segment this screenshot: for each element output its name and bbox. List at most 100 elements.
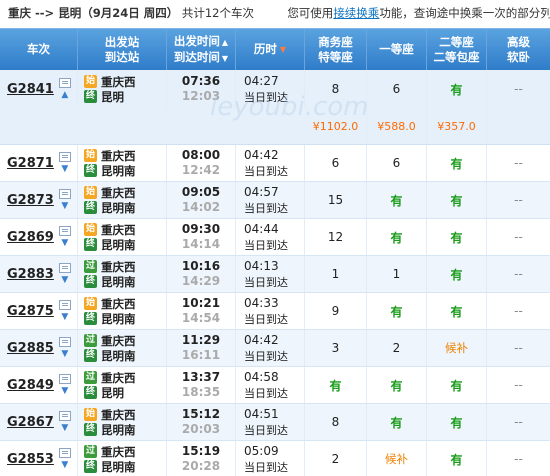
train-info-icon[interactable] — [58, 411, 71, 421]
soft-sleeper-cell[interactable]: -- — [487, 219, 550, 255]
arrival-time: 14:14 — [181, 237, 221, 251]
train-number-link[interactable]: G2871 — [7, 156, 54, 171]
train-number-link[interactable]: G2853 — [7, 452, 54, 467]
first-seat-cell[interactable]: 6 — [367, 145, 427, 181]
soft-sleeper-cell[interactable]: -- — [487, 441, 550, 476]
business-seat-cell[interactable]: 有 — [305, 367, 367, 403]
business-seat-cell[interactable]: 9 — [305, 293, 367, 329]
duration-cell: 04:51 当日到达 — [236, 404, 305, 440]
transfer-link[interactable]: 接续换乘 — [333, 6, 379, 20]
train-number-link[interactable]: G2885 — [7, 341, 54, 356]
business-seat-cell[interactable]: 1 — [305, 256, 367, 292]
stops-toggle-icon[interactable]: ▼ — [61, 386, 68, 396]
price-row-spacer — [0, 108, 305, 144]
first-price-cell: ¥588.0 — [367, 108, 427, 144]
from-station-name: 重庆西 — [101, 444, 136, 459]
soft-sleeper-cell[interactable]: -- — [487, 404, 550, 440]
business-seat-cell[interactable]: 8 — [305, 404, 367, 440]
train-cell: G2867 ▼ — [0, 404, 78, 440]
soft-sleeper-cell[interactable]: -- — [487, 256, 550, 292]
soft-sleeper-cell[interactable]: -- — [487, 70, 550, 108]
from-station: 始重庆西 — [84, 74, 136, 89]
header-duration[interactable]: 历时 ▼ — [236, 29, 305, 70]
first-seat-cell[interactable]: 有 — [367, 182, 427, 218]
first-seat-cell[interactable]: 6 — [367, 70, 427, 108]
train-info-icon[interactable] — [58, 374, 71, 384]
second-seat-cell[interactable]: 候补 — [427, 330, 487, 366]
stops-toggle-icon[interactable]: ▼ — [61, 312, 68, 322]
train-number-link[interactable]: G2867 — [7, 415, 54, 430]
second-seat-cell[interactable]: 有 — [427, 441, 487, 476]
train-info-icon[interactable] — [58, 78, 71, 88]
train-number-link[interactable]: G2873 — [7, 193, 54, 208]
second-seat-cell[interactable]: 有 — [427, 256, 487, 292]
soft-sleeper-cell[interactable]: -- — [487, 330, 550, 366]
business-seat-cell[interactable]: 8 — [305, 70, 367, 108]
train-table: G2841 ▲ 始重庆西终昆明 07:36 12:03 04:27 当日到达 8 6 有 -- ¥11… — [0, 70, 550, 476]
departure-time: 07:36 — [181, 74, 221, 88]
stops-toggle-icon[interactable]: ▼ — [61, 460, 68, 470]
header-times[interactable]: 出发时间 ▲ 到达时间 ▼ — [167, 29, 236, 70]
stops-toggle-icon[interactable]: ▼ — [61, 201, 68, 211]
second-seat-cell[interactable]: 有 — [427, 367, 487, 403]
second-seat-cell[interactable]: 有 — [427, 219, 487, 255]
stops-toggle-icon[interactable]: ▼ — [61, 349, 68, 359]
to-station-name: 昆明南 — [101, 422, 136, 437]
stops-toggle-icon[interactable]: ▲ — [61, 90, 68, 100]
first-seat-cell[interactable]: 1 — [367, 256, 427, 292]
header-train[interactable]: 车次 — [0, 29, 78, 70]
duration-cell: 04:44 当日到达 — [236, 219, 305, 255]
train-info-icon[interactable] — [58, 226, 71, 236]
soft-sleeper-cell[interactable]: -- — [487, 293, 550, 329]
to-station-name: 昆明南 — [101, 274, 136, 289]
header-stations[interactable]: 出发站 到达站 — [78, 29, 167, 70]
stops-toggle-icon[interactable]: ▼ — [61, 275, 68, 285]
from-type-badge: 始 — [84, 75, 97, 88]
train-cell: G2869 ▼ — [0, 219, 78, 255]
second-seat-cell[interactable]: 有 — [427, 293, 487, 329]
soft-sleeper-cell[interactable]: -- — [487, 145, 550, 181]
soft-sleeper-cell[interactable]: -- — [487, 182, 550, 218]
from-station: 始重庆西 — [84, 185, 136, 200]
first-seat-cell[interactable]: 有 — [367, 404, 427, 440]
train-number-link[interactable]: G2869 — [7, 230, 54, 245]
first-seat-cell[interactable]: 候补 — [367, 441, 427, 476]
from-station-name: 重庆西 — [101, 148, 136, 163]
second-seat-cell[interactable]: 有 — [427, 404, 487, 440]
train-info-icon[interactable] — [58, 189, 71, 199]
business-seat-cell[interactable]: 3 — [305, 330, 367, 366]
business-seat-cell[interactable]: 6 — [305, 145, 367, 181]
first-seat-cell[interactable]: 有 — [367, 367, 427, 403]
table-row: G2853 ▼ 过重庆西终昆明南 15:19 20:28 05:09 当日到达 2 候补有 -- — [0, 441, 550, 476]
train-icons: ▼ — [58, 411, 71, 433]
times-cell: 15:19 20:28 — [167, 441, 236, 476]
first-seat-cell[interactable]: 有 — [367, 293, 427, 329]
to-type-badge: 终 — [84, 90, 97, 103]
first-seat-cell[interactable]: 有 — [367, 219, 427, 255]
train-info-icon[interactable] — [58, 337, 71, 347]
first-seat-cell[interactable]: 2 — [367, 330, 427, 366]
second-seat-cell[interactable]: 有 — [427, 182, 487, 218]
business-seat-cell[interactable]: 15 — [305, 182, 367, 218]
train-number-link[interactable]: G2841 — [7, 82, 54, 97]
business-seat-cell[interactable]: 2 — [305, 441, 367, 476]
stops-toggle-icon[interactable]: ▼ — [61, 164, 68, 174]
business-seat-cell[interactable]: 12 — [305, 219, 367, 255]
business-seat-value: 有 — [329, 378, 342, 393]
table-row: G2871 ▼ 始重庆西终昆明南 08:00 12:42 04:42 当日到达 6 6 有 -- — [0, 145, 550, 182]
train-info-icon[interactable] — [58, 448, 71, 458]
business-seat-value: 8 — [331, 415, 340, 429]
train-number-link[interactable]: G2849 — [7, 378, 54, 393]
soft-sleeper-cell[interactable]: -- — [487, 367, 550, 403]
second-seat-cell[interactable]: 有 — [427, 70, 487, 108]
stops-toggle-icon[interactable]: ▼ — [61, 238, 68, 248]
stops-toggle-icon[interactable]: ▼ — [61, 423, 68, 433]
train-info-icon[interactable] — [58, 300, 71, 310]
train-number-link[interactable]: G2875 — [7, 304, 54, 319]
train-info-icon[interactable] — [58, 263, 71, 273]
second-seat-cell[interactable]: 有 — [427, 145, 487, 181]
train-number-link[interactable]: G2883 — [7, 267, 54, 282]
train-info-icon[interactable] — [58, 152, 71, 162]
departure-time: 08:00 — [181, 148, 221, 162]
arrival-time: 16:11 — [181, 348, 221, 362]
